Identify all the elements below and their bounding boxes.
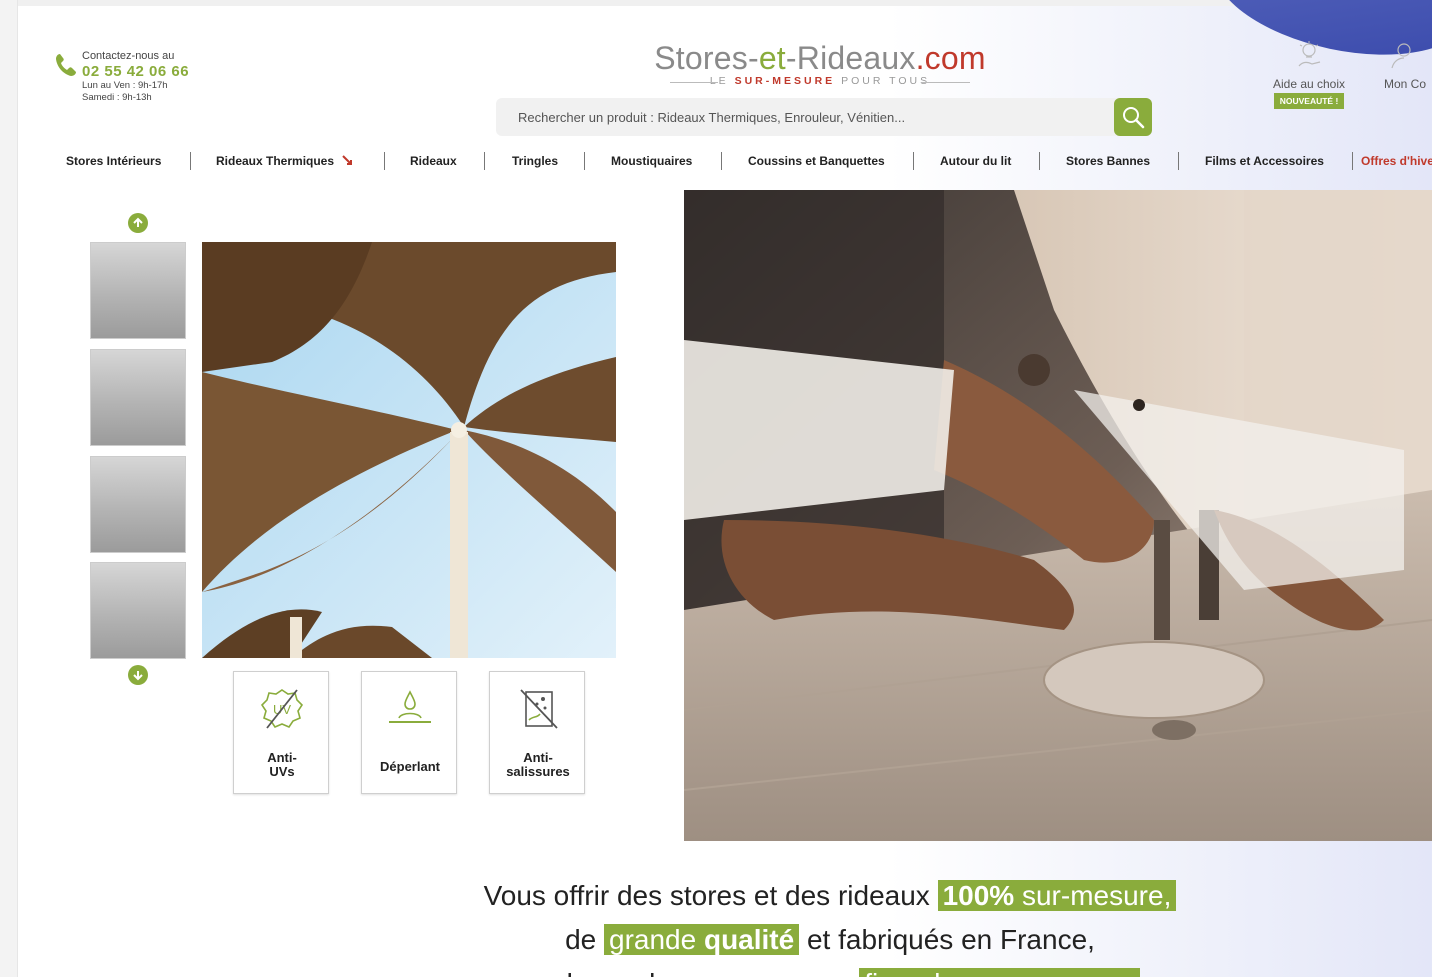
gallery-thumbnail[interactable]: [90, 562, 186, 659]
tagline-bold: qualité: [703, 924, 795, 955]
feature-label: Anti- UVs: [234, 750, 330, 780]
nav-item-stores-bannes[interactable]: Stores Bannes: [1066, 154, 1150, 168]
nav-separator: [1352, 152, 1353, 170]
nav-separator: [1039, 152, 1040, 170]
tagline-bold: 100%: [942, 880, 1015, 911]
nav-item-offres[interactable]: Offres d'hive: [1361, 154, 1432, 168]
user-icon: [1391, 43, 1411, 69]
nav-separator: [190, 152, 191, 170]
account-label: Mon Co: [1384, 77, 1427, 91]
gallery-thumbnail[interactable]: [90, 242, 186, 339]
tagline-text: Vous offrir des stores et des rideaux: [483, 880, 938, 911]
feature-label: Déperlant: [380, 759, 440, 774]
nav-separator: [913, 152, 914, 170]
shade-sail-photo: [202, 242, 616, 658]
feature-label-line: Anti-: [267, 750, 297, 765]
help-choice-link[interactable]: Aide au choix NOUVEAUTÉ !: [1262, 40, 1356, 109]
feature-label: Anti-salissures: [490, 750, 586, 780]
nav-item-tringles[interactable]: Tringles: [512, 154, 558, 168]
tagline-suffix: POUR TOUS: [835, 75, 931, 87]
tagline-text: sur lesquels nous sommes: [520, 968, 859, 977]
feature-label-line: UVs: [269, 764, 295, 780]
tagline-text: grande: [609, 924, 704, 955]
nav-label: Rideaux Thermiques: [216, 154, 335, 168]
phone-number[interactable]: 02 55 42 06 66: [82, 63, 262, 80]
search-input[interactable]: [496, 98, 1114, 136]
nav-item-rideaux-thermiques[interactable]: Rideaux Thermiques: [216, 154, 353, 168]
anti-uv-icon: UV: [260, 689, 304, 729]
nav-item-stores-interieurs[interactable]: Stores Intérieurs: [66, 154, 161, 168]
nav-separator: [384, 152, 385, 170]
tagline-text: et fabriqués en France,: [799, 924, 1095, 955]
gallery-down-button[interactable]: [128, 665, 148, 685]
tagline-line-1: Vous offrir des stores et des rideaux 10…: [430, 874, 1230, 918]
site-logo[interactable]: Stores-et-Rideaux.com LE SUR-MESURE POUR…: [640, 40, 1000, 87]
arrow-up-icon: [133, 217, 143, 227]
account-link[interactable]: Mon Co: [1384, 40, 1432, 91]
search-bar: [496, 98, 1152, 136]
nav-separator: [584, 152, 585, 170]
new-badge: NOUVEAUTÉ !: [1273, 93, 1345, 109]
nav-item-coussins[interactable]: Coussins et Banquettes: [748, 154, 885, 168]
tagline-line-2: de grande qualité et fabriqués en France…: [430, 918, 1230, 962]
hot-arrow-icon: [342, 155, 353, 165]
nav-separator: [1178, 152, 1179, 170]
logo-part-com: .com: [915, 40, 986, 76]
anti-stain-icon: [520, 689, 558, 729]
tagline-text: de: [565, 924, 604, 955]
window-left-edge: [0, 0, 18, 977]
phone-icon: [56, 54, 76, 76]
lightbulb-hand-icon: [1298, 41, 1321, 67]
hours-week: Lun au Ven : 9h-17h: [82, 80, 168, 91]
help-label: Aide au choix: [1272, 77, 1346, 91]
search-icon: [1123, 107, 1145, 129]
tagline-line-3: sur lesquels nous sommes fiers de nous e…: [430, 962, 1230, 977]
feature-deperlant: Déperlant: [361, 671, 457, 794]
arrow-down-icon: [133, 671, 143, 681]
main-nav: Stores Intérieurs Rideaux Thermiques Rid…: [0, 150, 1432, 174]
gallery-thumbnail[interactable]: [90, 456, 186, 553]
product-main-image[interactable]: [202, 242, 616, 658]
logo-tagline: LE SUR-MESURE POUR TOUS: [640, 75, 1000, 87]
contact-intro: Contactez-nous au: [82, 50, 175, 62]
tagline-highlight: SUR-MESURE: [734, 75, 836, 87]
water-repellent-icon: [389, 690, 431, 723]
tagline-highlight: fiers de nous engager: [859, 968, 1141, 977]
tagline-text: sur-mesure,: [1014, 880, 1172, 911]
nav-item-autour-du-lit[interactable]: Autour du lit: [940, 154, 1011, 168]
feature-anti-uv: UV Anti-UVs: [233, 671, 329, 794]
hero-tagline: Vous offrir des stores et des rideaux 10…: [430, 874, 1230, 977]
logo-part-rideaux: -Rideaux: [785, 40, 916, 76]
logo-title: Stores-et-Rideaux.com: [640, 40, 1000, 77]
search-button[interactable]: [1114, 98, 1152, 136]
nav-item-rideaux[interactable]: Rideaux: [410, 154, 457, 168]
sewing-machine-photo: [684, 190, 1432, 841]
feature-label-line: Anti-: [523, 750, 553, 765]
logo-part-stores: Stores-: [654, 40, 759, 76]
nav-item-films[interactable]: Films et Accessoires: [1205, 154, 1324, 168]
tagline-highlight: grande qualité: [604, 924, 800, 955]
tagline-highlight: 100% sur-mesure,: [937, 880, 1177, 911]
tagline-prefix: LE: [709, 75, 735, 87]
window-top-edge: [0, 0, 1432, 6]
feature-label-line: salissures: [506, 764, 570, 780]
feature-anti-salissures: Anti-salissures: [489, 671, 585, 794]
nav-separator: [484, 152, 485, 170]
gallery-thumbnail[interactable]: [90, 349, 186, 446]
gallery-up-button[interactable]: [128, 213, 148, 233]
nav-separator: [721, 152, 722, 170]
nav-item-moustiquaires[interactable]: Moustiquaires: [611, 154, 692, 168]
hours-saturday: Samedi : 9h-13h: [82, 92, 152, 104]
sewing-workshop-image: [684, 190, 1432, 841]
logo-part-et: et: [758, 40, 786, 76]
